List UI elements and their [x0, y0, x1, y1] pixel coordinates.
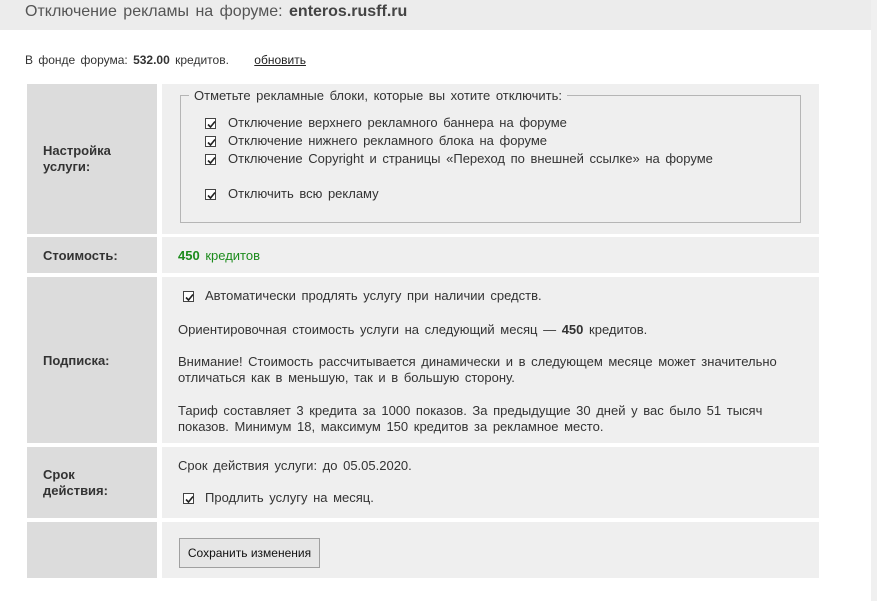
warning-text-line1: Внимание! Стоимость рассчитывается динам… — [178, 354, 777, 369]
valid-until-text: Срок действия услуги: до 05.05.2020. — [178, 458, 412, 473]
checkmark-icon — [207, 191, 216, 200]
forum-fund-balance: В фонде форума: 532.00 кредитов. обновит… — [25, 53, 306, 67]
subscription-label: Подписка: — [27, 277, 157, 443]
checkmark-icon — [207, 120, 216, 129]
tariff-text-line1: Тариф составляет 3 кредита за 1000 показ… — [178, 403, 763, 418]
settings-panel: Отметьте рекламные блоки, которые вы хот… — [162, 84, 819, 234]
checkmark-icon — [207, 138, 216, 147]
save-changes-button[interactable]: Сохранить изменения — [179, 538, 320, 568]
tariff-text-line2: показов. Минимум 18, максимум 150 кредит… — [178, 419, 604, 434]
warning-text-line2: отличаться как в меньшую, так и в большу… — [178, 370, 515, 385]
fund-amount: 532.00 — [133, 53, 170, 67]
disable-top-banner-checkbox[interactable] — [205, 118, 216, 129]
disable-all-ads-label: Отключить всю рекламу — [228, 186, 379, 201]
term-label: Срок действия: — [27, 447, 157, 518]
next-month-estimate: Ориентировочная стоимость услуги на след… — [178, 322, 648, 337]
term-panel: Срок действия услуги: до 05.05.2020. Про… — [162, 447, 819, 518]
refresh-link[interactable]: обновить — [254, 53, 306, 67]
cost-label: Стоимость: — [27, 237, 157, 273]
checkmark-icon — [185, 293, 194, 302]
disable-bottom-block-label: Отключение нижнего рекламного блока на ф… — [228, 133, 548, 148]
settings-label: Настройка услуги: — [27, 84, 157, 234]
cost-value: 450 кредитов — [178, 248, 260, 263]
checkmark-icon — [207, 156, 216, 165]
autorenew-checkbox[interactable] — [183, 291, 194, 302]
ad-blocks-legend: Отметьте рекламные блоки, которые вы хот… — [189, 88, 567, 103]
right-edge — [871, 0, 877, 601]
autorenew-label: Автоматически продлять услугу при наличи… — [205, 288, 542, 303]
save-panel: Сохранить изменения — [162, 522, 819, 578]
disable-top-banner-label: Отключение верхнего рекламного баннера н… — [228, 115, 567, 130]
checkmark-icon — [185, 495, 194, 504]
extend-month-checkbox[interactable] — [183, 493, 194, 504]
disable-copyright-checkbox[interactable] — [205, 154, 216, 165]
cost-panel: 450 кредитов — [162, 237, 819, 273]
page-title: Отключение рекламы на форуме: enteros.ru… — [25, 3, 408, 20]
disable-bottom-block-checkbox[interactable] — [205, 136, 216, 147]
ad-blocks-fieldset: Отметьте рекламные блоки, которые вы хот… — [180, 88, 801, 223]
subscription-panel: Автоматически продлять услугу при наличи… — [162, 277, 819, 443]
page-header: Отключение рекламы на форуме: enteros.ru… — [0, 0, 871, 30]
save-row-label — [27, 522, 157, 578]
disable-copyright-label: Отключение Copyright и страницы «Переход… — [228, 151, 713, 166]
extend-month-label: Продлить услугу на месяц. — [205, 490, 374, 505]
disable-all-ads-checkbox[interactable] — [205, 189, 216, 200]
forum-name: enteros.rusff.ru — [289, 3, 408, 20]
